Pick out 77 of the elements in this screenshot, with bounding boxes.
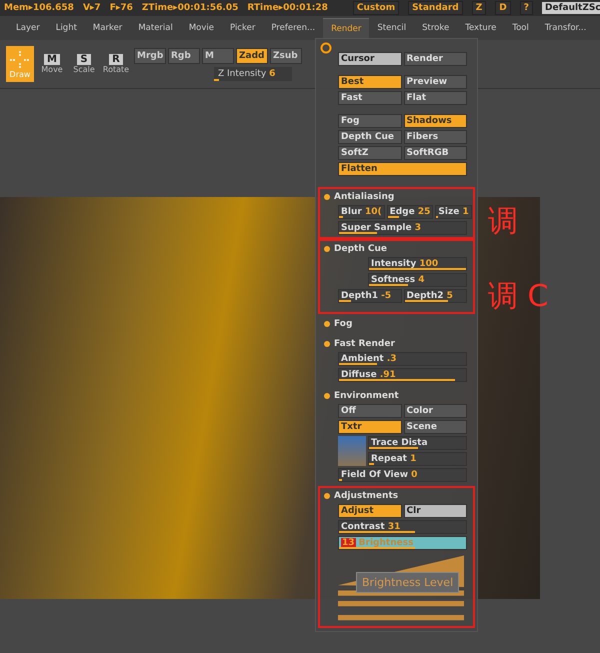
menu-item[interactable]: Material bbox=[130, 23, 181, 33]
slider[interactable]: Blur 10( bbox=[338, 205, 385, 219]
render-button[interactable]: Fibers bbox=[404, 130, 467, 144]
key-icon: S bbox=[77, 54, 91, 65]
render-button[interactable]: Preview bbox=[404, 75, 467, 89]
section-header[interactable]: Antialiasing bbox=[334, 192, 394, 202]
menu-item[interactable]: Stencil bbox=[369, 23, 414, 33]
menu-item[interactable]: Preferen... bbox=[263, 23, 324, 33]
slider[interactable]: Ambient .3 bbox=[338, 352, 467, 366]
slider[interactable]: Trace Dista bbox=[368, 436, 467, 450]
menu-item[interactable]: Stroke bbox=[414, 23, 458, 33]
render-button[interactable]: Txtr bbox=[338, 420, 402, 434]
section-header[interactable]: Fog bbox=[334, 318, 352, 328]
annotation-text: 调 C bbox=[488, 278, 548, 316]
tool-button[interactable]: S Scale bbox=[70, 46, 98, 82]
menu-item[interactable]: Transfor... bbox=[536, 23, 594, 33]
mode-button[interactable]: Rgb bbox=[168, 48, 200, 64]
menu-item[interactable]: Marker bbox=[84, 23, 130, 33]
section-header[interactable]: Depth Cue bbox=[334, 244, 387, 254]
render-button[interactable]: Fast bbox=[338, 91, 402, 105]
slider[interactable]: Depth1 -5 bbox=[338, 289, 402, 303]
status-button[interactable]: D bbox=[495, 1, 511, 15]
status-readout: ZTime▸00:01:56.05 bbox=[142, 3, 238, 13]
slider[interactable]: Contrast 31 bbox=[338, 520, 467, 534]
key-icon: R bbox=[109, 54, 123, 65]
render-button[interactable]: Flat bbox=[404, 91, 467, 105]
status-button[interactable]: Custom bbox=[352, 1, 400, 15]
status-button[interactable]: Z bbox=[472, 1, 486, 15]
render-button[interactable]: Scene bbox=[404, 420, 467, 434]
slider[interactable]: Repeat 1 bbox=[368, 452, 467, 466]
render-button[interactable]: Color bbox=[404, 404, 467, 418]
render-button[interactable]: SoftRGB bbox=[404, 146, 467, 160]
slider[interactable]: Super Sample 3 bbox=[338, 221, 467, 235]
section-header[interactable]: Adjustments bbox=[334, 490, 398, 500]
document-field[interactable]: DefaultZSc bbox=[542, 2, 600, 14]
annotation-text: 调 bbox=[488, 203, 518, 241]
status-button[interactable]: ? bbox=[520, 1, 533, 15]
slider[interactable]: Edge 25 bbox=[386, 205, 434, 219]
status-readout: V▸7 bbox=[82, 3, 101, 13]
menu-item[interactable]: Movie bbox=[180, 23, 222, 33]
slider[interactable]: Diffuse .91 bbox=[338, 368, 467, 382]
section-header[interactable]: Fast Render bbox=[334, 338, 395, 348]
render-button[interactable]: Fog bbox=[338, 114, 402, 128]
render-button[interactable]: Depth Cue bbox=[338, 130, 402, 144]
status-readout: RTime▸00:01:28 bbox=[247, 3, 328, 13]
render-button[interactable]: Render bbox=[404, 52, 467, 66]
status-readout: F▸76 bbox=[110, 3, 133, 13]
menu-item[interactable]: Tool bbox=[504, 23, 537, 33]
render-button[interactable]: Flatten bbox=[338, 162, 467, 176]
section-header[interactable]: Environment bbox=[334, 390, 399, 400]
status-readout: Mem▸106.658 bbox=[4, 3, 74, 13]
tool-button[interactable]: M Move bbox=[38, 46, 66, 82]
render-button[interactable]: Adjust bbox=[338, 504, 402, 518]
render-button[interactable]: Shadows bbox=[404, 114, 467, 128]
key-icon: M bbox=[44, 54, 60, 65]
slider[interactable]: Depth2 5 bbox=[404, 289, 467, 303]
render-button[interactable]: Best bbox=[338, 75, 402, 89]
z-intensity-slider[interactable]: Z Intensity 6 bbox=[214, 66, 292, 80]
mode-button[interactable]: Mrgb bbox=[134, 48, 166, 64]
mode-button[interactable]: Zadd bbox=[236, 48, 268, 64]
menu-item[interactable]: Layer bbox=[8, 23, 48, 33]
slider[interactable]: Size 1 bbox=[435, 205, 472, 219]
slider[interactable]: Intensity 100 bbox=[368, 257, 467, 271]
menu-item[interactable]: Texture bbox=[457, 23, 504, 33]
render-button[interactable]: Off bbox=[338, 404, 402, 418]
menu-item[interactable]: Picker bbox=[222, 23, 264, 33]
menu-item[interactable]: Light bbox=[48, 23, 85, 33]
status-button[interactable]: Standard bbox=[408, 1, 463, 15]
mode-button[interactable]: Zsub bbox=[270, 48, 302, 64]
tool-button[interactable]: R Rotate bbox=[102, 46, 130, 82]
render-button[interactable]: Cursor bbox=[338, 52, 402, 66]
slider[interactable]: Field Of View 0 bbox=[338, 468, 467, 482]
slider[interactable]: Softness 4 bbox=[368, 273, 467, 287]
render-button[interactable]: SoftZ bbox=[338, 146, 402, 160]
menu-item[interactable]: Render bbox=[323, 18, 370, 38]
mode-button[interactable]: M bbox=[202, 48, 234, 64]
render-button[interactable]: Clr bbox=[404, 504, 467, 518]
